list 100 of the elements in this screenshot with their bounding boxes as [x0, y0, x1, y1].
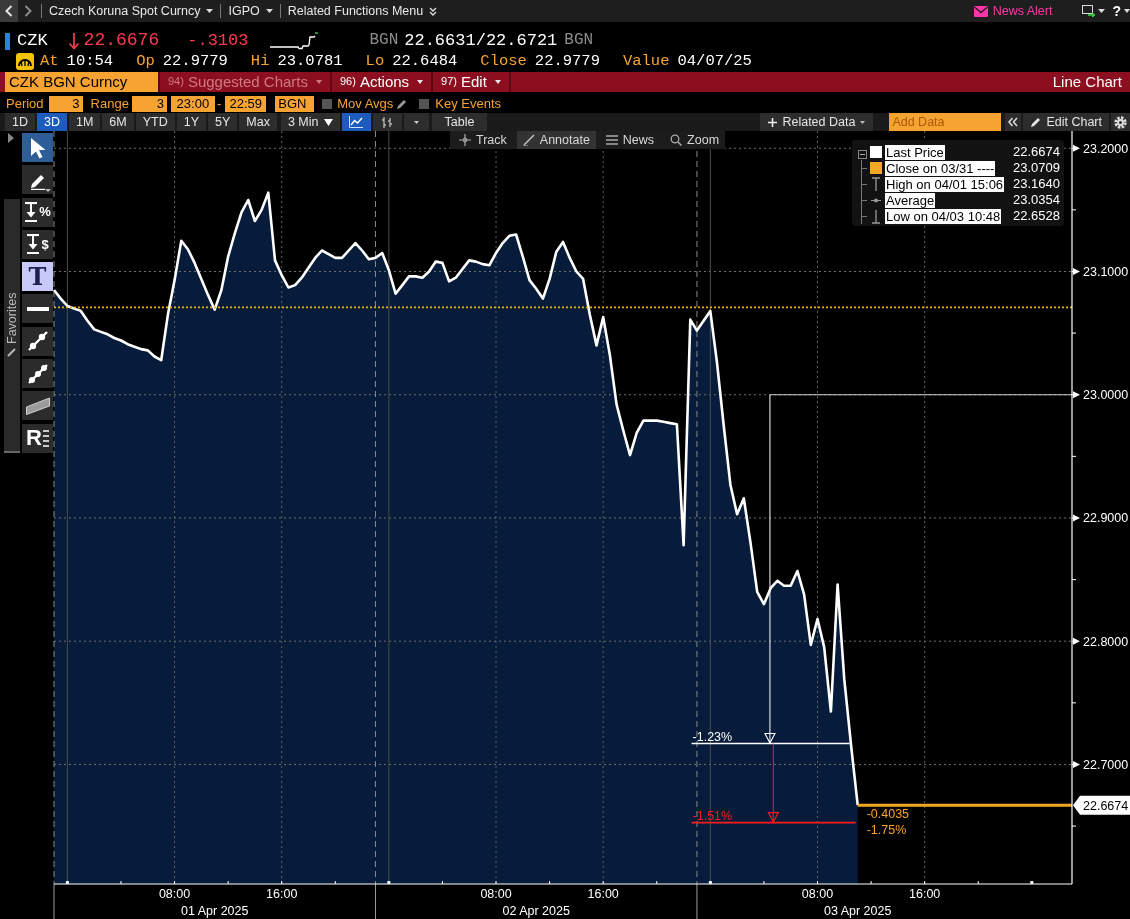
checkbox[interactable] [419, 99, 430, 109]
nav-dropdown[interactable]: Czech Koruna Spot Curncy [49, 0, 214, 22]
menu-button[interactable]: 97) Edit [431, 72, 509, 92]
tool-button[interactable]: % [22, 197, 53, 227]
ticker-marker-icon [5, 32, 10, 50]
line-chart-button[interactable] [341, 113, 371, 131]
last-price: 22.6676 [83, 30, 160, 52]
back-button[interactable] [0, 0, 18, 22]
down-arrow-bar-icon [24, 202, 39, 223]
ticker-symbol: CZK [17, 30, 48, 52]
tool-button[interactable] [22, 133, 53, 162]
stat-label: Lo [365, 52, 385, 71]
axis-label: 22.7000 [1083, 757, 1129, 772]
range-tab[interactable]: Max [239, 113, 277, 131]
end-time-field[interactable]: 22:59 [225, 96, 267, 112]
toolbar-button[interactable]: Track [453, 131, 513, 149]
nav-dropdown[interactable]: IGPO [228, 0, 273, 22]
caret-icon [323, 118, 333, 126]
news-alert-link[interactable]: News Alert [973, 3, 1053, 19]
settings-button[interactable] [1111, 113, 1130, 131]
range-tab[interactable]: YTD [135, 113, 175, 131]
timezone-field[interactable]: BGN [275, 96, 315, 112]
period-field[interactable]: 3 [48, 96, 83, 112]
menu-button[interactable]: 96) Actions [330, 72, 432, 92]
related-data-button[interactable]: Related Data [760, 113, 874, 131]
envelope-icon [973, 5, 988, 17]
tool-button[interactable] [22, 359, 53, 389]
price-change-label: -0.4035 [866, 807, 910, 822]
legend-value: 23.0354 [1013, 192, 1060, 208]
caret-icon [45, 189, 51, 193]
date-label: 02 Apr 2025 [502, 904, 570, 918]
axis-label: 08:00 [158, 887, 191, 901]
stat-value: 22.9779 [534, 52, 600, 71]
tool-button[interactable] [22, 294, 53, 324]
bid-ask-price: 22.6631/22.6721 [404, 30, 558, 52]
menu-button: 94) Suggested Charts [158, 72, 330, 92]
collapse-button[interactable] [1005, 113, 1022, 131]
low-marker-icon [870, 208, 881, 224]
interval-dropdown[interactable]: 3 Min [280, 113, 340, 131]
range-tab[interactable]: 3D [37, 113, 67, 131]
pencil-icon [7, 348, 17, 358]
caret-icon [860, 120, 866, 124]
pencil-icon [522, 134, 535, 146]
help-button[interactable]: ? [1112, 0, 1130, 22]
stat-label: Value [622, 52, 670, 71]
range-tab[interactable]: 1Y [176, 113, 206, 131]
pencil-icon [1030, 116, 1042, 128]
axis-label: 16:00 [909, 887, 941, 901]
security-input[interactable]: CZK BGN Curncy [5, 72, 158, 92]
axis-label: 23.2000 [1083, 141, 1129, 156]
checkbox[interactable] [322, 99, 333, 109]
bar-chart-button[interactable] [372, 113, 402, 131]
legend-label: Last Price [885, 144, 945, 160]
legend-label: Close on 03/31 ---- [885, 160, 996, 176]
tool-button[interactable] [22, 326, 53, 356]
nav-dropdown[interactable]: Related Functions Menu [287, 0, 438, 22]
tick-pointer-icon [1073, 514, 1080, 522]
legend-label: High on 04/01 15:06 [885, 176, 1005, 192]
chart-type-label: Line Chart [1052, 72, 1122, 92]
dash-lines-icon [42, 429, 49, 448]
add-data-field[interactable]: Add Data [889, 113, 1002, 131]
range-tab[interactable]: 6M [102, 113, 134, 131]
collapse-icon[interactable] [858, 149, 867, 159]
range-tab[interactable]: 1D [5, 113, 35, 131]
gauge-icon [16, 53, 34, 70]
ohlc-bars-icon [381, 115, 393, 129]
range-tab[interactable]: 1M [68, 113, 101, 131]
range-tab[interactable]: 5Y [208, 113, 238, 131]
tool-button[interactable]: $ [22, 229, 53, 259]
legend-label: Low on 04/03 10:48 [885, 208, 1002, 224]
toolbar-button[interactable]: Annotate [516, 131, 596, 149]
stat-value: 10:54 [66, 52, 114, 71]
three-point-line-icon [26, 362, 49, 385]
axis-label: 22.8000 [1083, 634, 1129, 649]
caret-icon [206, 9, 214, 13]
toolbar-button[interactable]: Zoom [664, 131, 726, 149]
caret-icon [316, 80, 322, 84]
gear-icon [1114, 115, 1127, 129]
legend-value: 23.0709 [1013, 160, 1060, 176]
legend-value: 23.1640 [1013, 176, 1060, 192]
tool-button[interactable] [22, 165, 53, 195]
start-time-field[interactable]: 23:00 [170, 96, 215, 112]
tool-button[interactable] [22, 391, 53, 421]
caret-icon [494, 80, 501, 84]
axis-label: 16:00 [587, 887, 619, 901]
stat-label: Hi [250, 52, 270, 71]
field-label: Period [6, 96, 44, 112]
legend-label: Average [885, 192, 936, 208]
caret-icon [1124, 9, 1130, 13]
toolbar-button[interactable]: News [599, 131, 661, 149]
pricing-source: BGN [564, 31, 594, 51]
parallelogram-icon [25, 396, 50, 415]
stat-value: 22.9779 [162, 52, 228, 71]
tool-button[interactable]: R [22, 423, 53, 453]
range-field[interactable]: 3 [131, 96, 167, 112]
tool-button[interactable]: T [22, 262, 53, 292]
edit-chart-button[interactable]: Edit Chart [1023, 113, 1109, 131]
favorites-tab[interactable]: Favorites [4, 199, 20, 453]
table-button[interactable]: Table [431, 113, 488, 131]
cursor-arrow-icon [28, 136, 47, 159]
